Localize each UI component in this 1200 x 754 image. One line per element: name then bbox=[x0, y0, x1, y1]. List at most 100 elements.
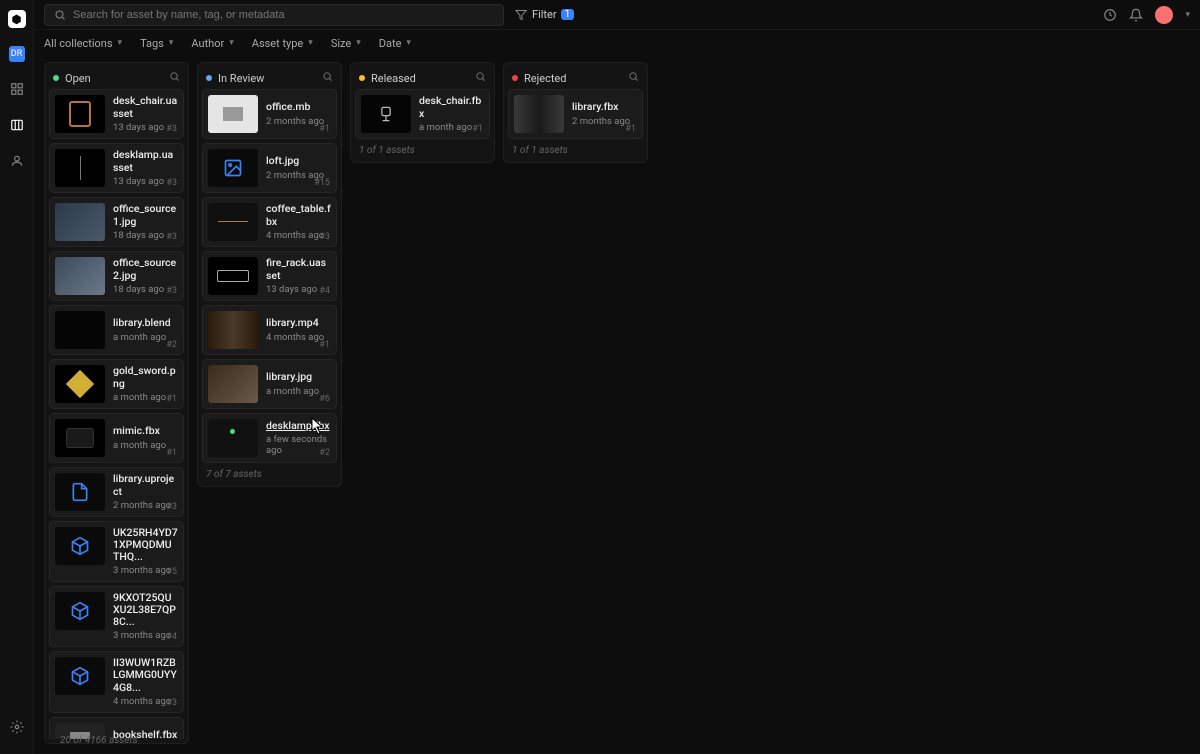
filter-size[interactable]: Size▾ bbox=[331, 37, 361, 50]
status-dot-icon bbox=[512, 75, 518, 81]
rail-home-icon[interactable] bbox=[8, 80, 26, 98]
column-open: Open desk_chair.uasset13 days ago#3deskla… bbox=[44, 62, 189, 744]
column-search-icon[interactable] bbox=[169, 71, 180, 85]
filter-all-collections[interactable]: All collections ▾ bbox=[44, 37, 122, 50]
asset-card[interactable]: fire_rack.uasset13 days ago#4 bbox=[202, 251, 337, 301]
asset-name: gold_sword.png bbox=[113, 365, 178, 389]
asset-card[interactable]: mimic.fbxa month ago#1 bbox=[49, 413, 184, 463]
column-footer: 1 of 1 assets bbox=[508, 139, 643, 158]
asset-name: II3WUW1RZBLGMMG0UYY4G8... bbox=[113, 657, 178, 693]
asset-thumbnail bbox=[55, 95, 105, 133]
column-title: Released bbox=[371, 72, 469, 85]
asset-thumbnail bbox=[208, 257, 258, 295]
filter-author[interactable]: Author▾ bbox=[191, 37, 233, 50]
rail-settings-icon[interactable] bbox=[8, 718, 26, 736]
chevron-down-icon: ▾ bbox=[118, 38, 123, 48]
asset-index: #5 bbox=[166, 567, 177, 577]
history-icon[interactable] bbox=[1103, 8, 1117, 22]
column-search-icon[interactable] bbox=[628, 71, 639, 85]
asset-name: library.uproject bbox=[113, 473, 178, 497]
asset-thumbnail bbox=[55, 311, 105, 349]
kanban-board: Opendesk_chair.uasset13 days ago#3deskla… bbox=[34, 56, 1200, 754]
asset-card[interactable]: library.mp44 months ago#1 bbox=[202, 305, 337, 355]
filter-item-label: All collections bbox=[44, 37, 113, 50]
rail-workspace-icon[interactable]: DR bbox=[9, 46, 25, 62]
user-menu-chevron-icon[interactable]: ▾ bbox=[1185, 10, 1190, 20]
column-header: Released bbox=[355, 67, 490, 89]
column-body: desk_chair.uasset13 days ago#3desklamp.u… bbox=[49, 89, 184, 739]
asset-card[interactable]: office_source2.jpg18 days ago#3 bbox=[49, 251, 184, 301]
filter-tags[interactable]: Tags▾ bbox=[140, 37, 173, 50]
asset-thumbnail bbox=[55, 657, 105, 695]
avatar[interactable] bbox=[1155, 6, 1173, 24]
filter-item-label: Size bbox=[331, 37, 351, 50]
column-search-icon[interactable] bbox=[475, 71, 486, 85]
asset-card[interactable]: library.blenda month ago#2 bbox=[49, 305, 184, 355]
search-input[interactable] bbox=[73, 9, 495, 21]
asset-index: #1 bbox=[166, 394, 177, 404]
asset-card[interactable]: library.uproject2 months ago#3 bbox=[49, 467, 184, 517]
column-body: library.fbx2 months ago#1 bbox=[508, 89, 643, 139]
asset-index: #3 bbox=[166, 286, 177, 296]
asset-index: #3 bbox=[166, 232, 177, 242]
asset-index: #3 bbox=[166, 124, 177, 134]
filter-button[interactable]: Filter 1 bbox=[514, 8, 574, 22]
asset-thumbnail bbox=[55, 419, 105, 457]
rail-users-icon[interactable] bbox=[8, 152, 26, 170]
search-box[interactable] bbox=[44, 4, 504, 26]
column-title: In Review bbox=[218, 72, 316, 85]
status-dot-icon bbox=[206, 75, 212, 81]
asset-name: fire_rack.uasset bbox=[266, 257, 331, 281]
asset-name: loft.jpg bbox=[266, 155, 331, 167]
search-icon bbox=[53, 8, 67, 22]
asset-card[interactable]: library.jpga month ago#6 bbox=[202, 359, 337, 409]
asset-card[interactable]: office.mb2 months ago#1 bbox=[202, 89, 337, 139]
rail-board-icon[interactable] bbox=[8, 116, 26, 134]
asset-card[interactable]: loft.jpg2 months ago#15 bbox=[202, 143, 337, 193]
asset-card[interactable]: desklamp.fbxa few seconds ago#2 bbox=[202, 413, 337, 463]
column-released: Released desk_chair.fbxa month ago#11 of … bbox=[350, 62, 495, 163]
notifications-icon[interactable] bbox=[1129, 8, 1143, 22]
asset-name: desk_chair.uasset bbox=[113, 95, 178, 119]
status-dot-icon bbox=[359, 75, 365, 81]
asset-card[interactable]: desklamp.uasset13 days ago#3 bbox=[49, 143, 184, 193]
asset-name: 9KXOT25QUXU2L38E7QP8C... bbox=[113, 592, 178, 628]
column-search-icon[interactable] bbox=[322, 71, 333, 85]
filter-asset-type[interactable]: Asset type▾ bbox=[252, 37, 313, 50]
asset-index: #4 bbox=[319, 286, 330, 296]
asset-thumbnail bbox=[208, 365, 258, 403]
asset-index: #1 bbox=[166, 448, 177, 458]
asset-name: library.jpg bbox=[266, 371, 331, 383]
asset-card[interactable]: desk_chair.uasset13 days ago#3 bbox=[49, 89, 184, 139]
asset-thumbnail bbox=[208, 149, 258, 187]
column-footer: 7 of 7 assets bbox=[202, 463, 337, 482]
asset-card[interactable]: gold_sword.pnga month ago#1 bbox=[49, 359, 184, 409]
column-footer: 1 of 1 assets bbox=[355, 139, 490, 158]
filter-label: Filter bbox=[532, 8, 557, 21]
column-title: Open bbox=[65, 72, 163, 85]
asset-card[interactable]: coffee_table.fbx4 months ago#3 bbox=[202, 197, 337, 247]
asset-thumbnail bbox=[55, 365, 105, 403]
asset-name: library.mp4 bbox=[266, 317, 331, 329]
column-body: desk_chair.fbxa month ago#1 bbox=[355, 89, 490, 139]
app-logo[interactable]: ⬢ bbox=[8, 10, 26, 28]
status-dot-icon bbox=[53, 75, 59, 81]
asset-name: library.fbx bbox=[572, 101, 637, 113]
filter-item-label: Tags bbox=[140, 37, 164, 50]
asset-card[interactable]: 9KXOT25QUXU2L38E7QP8C...3 months ago#4 bbox=[49, 586, 184, 647]
filter-item-label: Author bbox=[191, 37, 224, 50]
asset-card[interactable]: desk_chair.fbxa month ago#1 bbox=[355, 89, 490, 139]
asset-card[interactable]: II3WUW1RZBLGMMG0UYY4G8...4 months ago#3 bbox=[49, 651, 184, 712]
chevron-down-icon: ▾ bbox=[406, 38, 411, 48]
asset-card[interactable]: library.fbx2 months ago#1 bbox=[508, 89, 643, 139]
topbar: Filter 1 ▾ bbox=[34, 0, 1200, 30]
asset-card[interactable]: UK25RH4YD71XPMQDMUTHQ...3 months ago#5 bbox=[49, 521, 184, 582]
asset-thumbnail bbox=[55, 473, 105, 511]
asset-thumbnail bbox=[514, 95, 564, 133]
asset-card[interactable]: office_source1.jpg18 days ago#3 bbox=[49, 197, 184, 247]
column-rejected: Rejectedlibrary.fbx2 months ago#11 of 1 … bbox=[503, 62, 648, 163]
asset-index: #1 bbox=[319, 340, 330, 350]
asset-index: #1 bbox=[319, 124, 330, 134]
filter-date[interactable]: Date▾ bbox=[379, 37, 411, 50]
asset-thumbnail bbox=[208, 95, 258, 133]
